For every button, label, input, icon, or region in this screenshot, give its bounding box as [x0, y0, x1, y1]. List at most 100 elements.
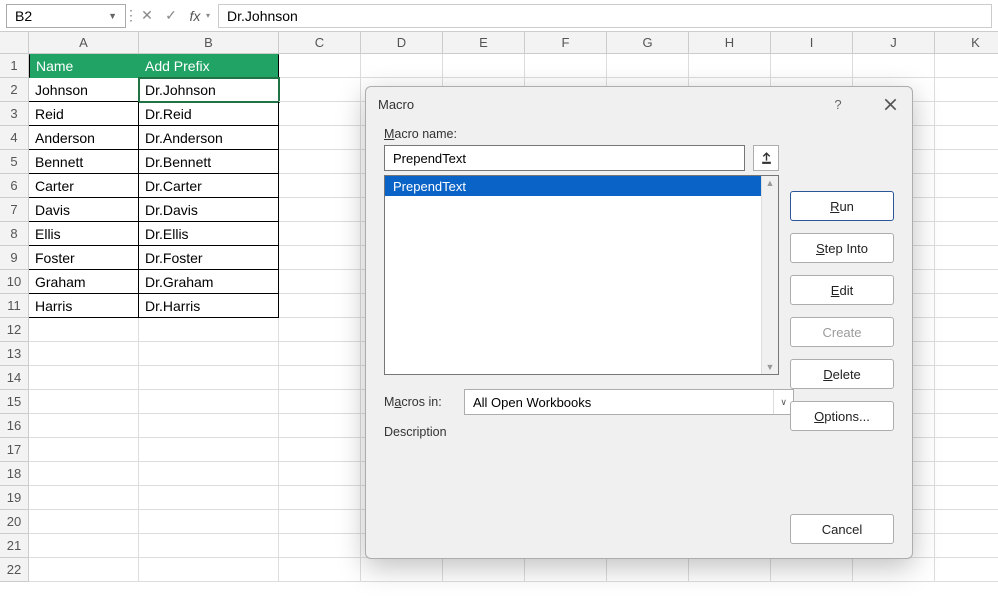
cell[interactable]	[607, 558, 689, 582]
cell[interactable]: Dr.Johnson	[139, 78, 279, 102]
macros-in-combobox[interactable]: All Open Workbooks ∨	[464, 389, 794, 415]
cell[interactable]	[935, 126, 998, 150]
cell[interactable]: Foster	[29, 246, 139, 270]
name-box[interactable]: B2 ▼	[6, 4, 126, 28]
column-header[interactable]: D	[361, 32, 443, 54]
cell[interactable]	[139, 438, 279, 462]
cell[interactable]: Graham	[29, 270, 139, 294]
cell[interactable]	[279, 222, 361, 246]
row-header[interactable]: 22	[0, 558, 29, 582]
cell[interactable]: Dr.Harris	[139, 294, 279, 318]
cell[interactable]	[139, 414, 279, 438]
run-button[interactable]: Run	[790, 191, 894, 221]
cell[interactable]	[525, 54, 607, 78]
cell[interactable]	[361, 558, 443, 582]
cell[interactable]	[139, 534, 279, 558]
column-header[interactable]: H	[689, 32, 771, 54]
formula-input[interactable]: Dr.Johnson	[218, 4, 992, 28]
cell[interactable]	[29, 414, 139, 438]
cell[interactable]	[279, 342, 361, 366]
row-header[interactable]: 13	[0, 342, 29, 366]
accept-edit-icon[interactable]: ✓	[160, 5, 182, 27]
cell[interactable]: Dr.Bennett	[139, 150, 279, 174]
column-header[interactable]: B	[139, 32, 279, 54]
delete-button[interactable]: Delete	[790, 359, 894, 389]
cell[interactable]	[443, 54, 525, 78]
cell[interactable]	[525, 558, 607, 582]
help-icon[interactable]: ?	[828, 94, 848, 114]
row-header[interactable]: 17	[0, 438, 29, 462]
column-header[interactable]: K	[935, 32, 998, 54]
cell[interactable]	[139, 462, 279, 486]
row-header[interactable]: 9	[0, 246, 29, 270]
cell[interactable]	[279, 510, 361, 534]
cell[interactable]: Dr.Foster	[139, 246, 279, 270]
row-header[interactable]: 2	[0, 78, 29, 102]
row-header[interactable]: 1	[0, 54, 29, 78]
step-into-button[interactable]: Step Into	[790, 233, 894, 263]
cell[interactable]	[935, 54, 998, 78]
row-header[interactable]: 6	[0, 174, 29, 198]
row-header[interactable]: 20	[0, 510, 29, 534]
cell[interactable]: Ellis	[29, 222, 139, 246]
cell[interactable]	[935, 246, 998, 270]
cell[interactable]	[279, 150, 361, 174]
cell[interactable]	[279, 438, 361, 462]
cell[interactable]	[29, 366, 139, 390]
cell[interactable]	[29, 462, 139, 486]
scroll-up-icon[interactable]: ▲	[766, 178, 775, 188]
macro-name-input[interactable]: PrependText	[384, 145, 745, 171]
row-header[interactable]: 4	[0, 126, 29, 150]
cell[interactable]	[935, 198, 998, 222]
cell[interactable]	[771, 558, 853, 582]
cell[interactable]	[935, 174, 998, 198]
insert-function-button[interactable]: fx	[184, 5, 206, 27]
column-header[interactable]: I	[771, 32, 853, 54]
cell[interactable]	[935, 222, 998, 246]
row-header[interactable]: 5	[0, 150, 29, 174]
cell[interactable]	[935, 414, 998, 438]
list-item[interactable]: PrependText	[385, 176, 778, 196]
row-header[interactable]: 10	[0, 270, 29, 294]
cell[interactable]	[935, 318, 998, 342]
row-header[interactable]: 18	[0, 462, 29, 486]
cell[interactable]	[29, 438, 139, 462]
cell[interactable]	[279, 198, 361, 222]
cell[interactable]	[279, 558, 361, 582]
cell[interactable]: Dr.Ellis	[139, 222, 279, 246]
reference-picker-icon[interactable]	[753, 145, 779, 171]
cell[interactable]	[689, 54, 771, 78]
cell[interactable]	[139, 390, 279, 414]
cell[interactable]	[279, 78, 361, 102]
cell[interactable]	[29, 342, 139, 366]
row-header[interactable]: 16	[0, 414, 29, 438]
cell[interactable]	[935, 294, 998, 318]
cell[interactable]	[935, 438, 998, 462]
row-header[interactable]: 12	[0, 318, 29, 342]
column-header[interactable]: A	[29, 32, 139, 54]
cell[interactable]: Dr.Reid	[139, 102, 279, 126]
cell[interactable]	[771, 54, 853, 78]
cell[interactable]	[935, 510, 998, 534]
row-header[interactable]: 7	[0, 198, 29, 222]
chevron-down-icon[interactable]: ▾	[206, 11, 210, 20]
cell[interactable]	[279, 414, 361, 438]
cell[interactable]	[139, 486, 279, 510]
cell[interactable]	[689, 558, 771, 582]
cell[interactable]: Reid	[29, 102, 139, 126]
row-header[interactable]: 14	[0, 366, 29, 390]
cell[interactable]	[279, 366, 361, 390]
cell[interactable]: Dr.Davis	[139, 198, 279, 222]
cell[interactable]	[935, 270, 998, 294]
cell[interactable]	[443, 558, 525, 582]
cell[interactable]	[935, 342, 998, 366]
scrollbar[interactable]: ▲ ▼	[761, 176, 778, 374]
cell[interactable]	[139, 318, 279, 342]
close-icon[interactable]	[880, 94, 900, 114]
cell[interactable]	[279, 126, 361, 150]
cell[interactable]	[853, 54, 935, 78]
cell[interactable]: Anderson	[29, 126, 139, 150]
cell[interactable]	[853, 558, 935, 582]
cell[interactable]	[935, 78, 998, 102]
cell[interactable]	[29, 510, 139, 534]
